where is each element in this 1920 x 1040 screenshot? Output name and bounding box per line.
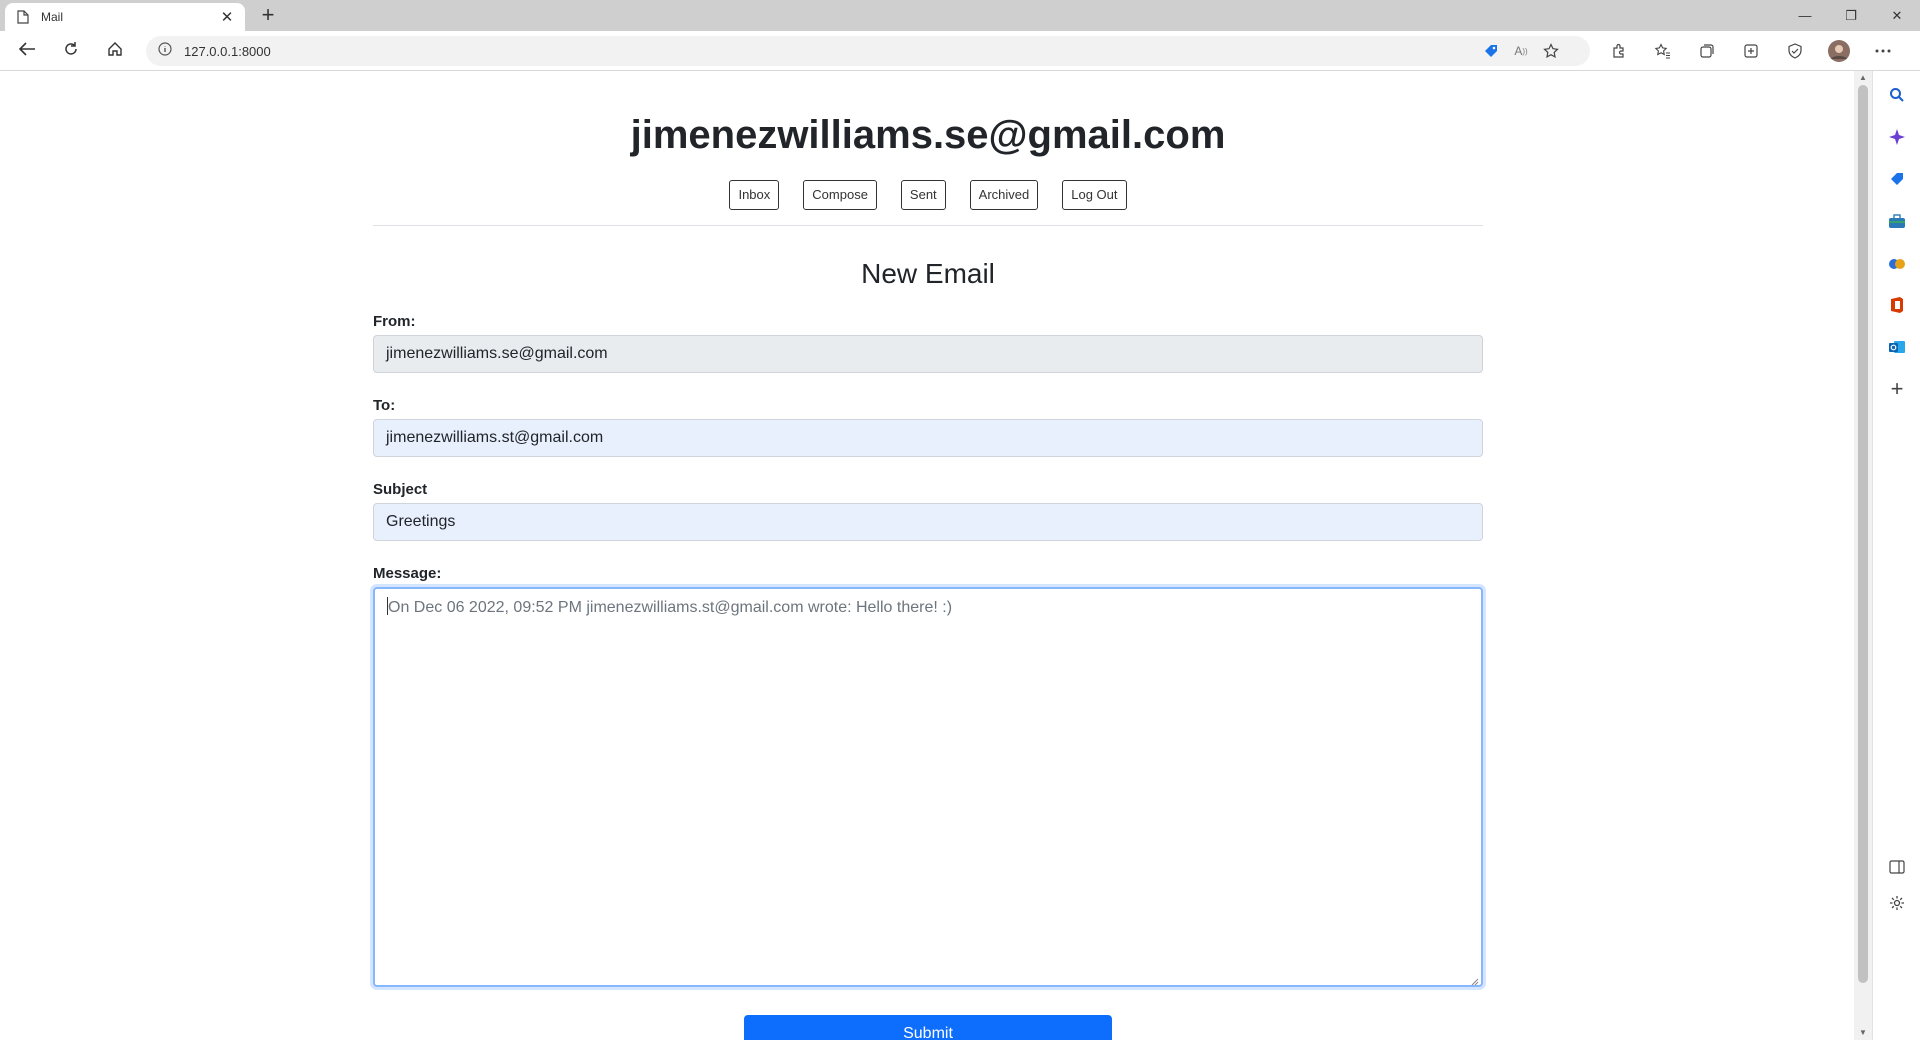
page-container: jimenezwilliams.se@gmail.com Inbox Compo…	[373, 71, 1483, 1040]
submit-button[interactable]: Submit	[744, 1015, 1112, 1040]
games-icon[interactable]	[1885, 251, 1909, 275]
address-bar[interactable]: 127.0.0.1:8000	[146, 36, 1590, 66]
message-label: Message:	[373, 565, 442, 582]
scroll-thumb[interactable]	[1858, 85, 1868, 983]
mail-page: jimenezwilliams.se@gmail.com Inbox Compo…	[0, 71, 1854, 1040]
add-favorite-icon[interactable]	[1536, 37, 1566, 65]
shopping-icon[interactable]	[1885, 167, 1909, 191]
tab-strip: Mail ✕ + — ❐ ✕	[0, 0, 1920, 31]
info-icon[interactable]	[158, 41, 172, 61]
url-text: 127.0.0.1:8000	[184, 43, 271, 59]
browser-toolbar: 127.0.0.1:8000 A))	[0, 31, 1920, 71]
web-capture-icon[interactable]	[1736, 37, 1766, 65]
shopping-tag-icon[interactable]	[1476, 37, 1506, 65]
browser-essentials-icon[interactable]	[1780, 37, 1810, 65]
edge-sidebar: +	[1872, 71, 1920, 1040]
subject-field[interactable]: Greetings	[373, 503, 1483, 541]
extensions-icon[interactable]	[1604, 37, 1634, 65]
from-label: From:	[373, 313, 416, 330]
user-email-heading: jimenezwilliams.se@gmail.com	[630, 113, 1226, 157]
sidebar-settings-icon[interactable]	[1885, 891, 1909, 915]
browser-tab[interactable]: Mail ✕	[5, 3, 245, 31]
resize-grip-icon[interactable]	[1469, 973, 1479, 986]
scroll-down-icon[interactable]: ▼	[1858, 1028, 1868, 1038]
office-icon[interactable]	[1885, 293, 1909, 317]
back-button[interactable]	[12, 37, 42, 65]
sent-button[interactable]: Sent	[900, 180, 946, 210]
message-text: On Dec 06 2022, 09:52 PM jimenezwilliams…	[388, 599, 953, 616]
tab-close-icon[interactable]: ✕	[219, 8, 235, 26]
scroll-up-icon[interactable]: ▲	[1858, 73, 1868, 83]
compose-title: New Email	[861, 258, 995, 289]
restore-button[interactable]: ❐	[1828, 0, 1874, 31]
refresh-button[interactable]	[56, 37, 86, 65]
page-scrollbar[interactable]: ▲ ▼	[1854, 71, 1872, 1040]
subject-label: Subject	[373, 481, 428, 498]
add-icon[interactable]: +	[1885, 376, 1909, 401]
logout-button[interactable]: Log Out	[1062, 180, 1127, 210]
copilot-sparkle-icon[interactable]	[1885, 125, 1909, 149]
new-tab-button[interactable]: +	[256, 4, 280, 28]
tools-icon[interactable]	[1885, 209, 1909, 233]
inbox-button[interactable]: Inbox	[729, 180, 780, 210]
favorites-icon[interactable]	[1648, 37, 1678, 65]
mail-nav: Inbox Compose Sent Archived Log Out	[373, 180, 1483, 226]
collections-icon[interactable]	[1692, 37, 1722, 65]
close-window-button[interactable]: ✕	[1874, 0, 1920, 31]
back-arrow-icon	[18, 41, 36, 62]
to-field[interactable]: jimenezwilliams.st@gmail.com	[373, 419, 1483, 457]
home-icon	[107, 41, 123, 62]
sidebar-layout-icon[interactable]	[1885, 855, 1909, 879]
profile-avatar[interactable]	[1824, 37, 1854, 65]
message-textarea[interactable]: On Dec 06 2022, 09:52 PM jimenezwilliams…	[373, 587, 1483, 987]
from-field: jimenezwilliams.se@gmail.com	[373, 335, 1483, 373]
archived-button[interactable]: Archived	[969, 180, 1039, 210]
address-bar-actions: A))	[1476, 37, 1566, 65]
compose-button[interactable]: Compose	[803, 180, 877, 210]
search-icon[interactable]	[1885, 83, 1909, 107]
toolbar-actions	[1604, 37, 1898, 65]
to-label: To:	[373, 397, 396, 414]
settings-more-icon[interactable]	[1868, 37, 1898, 65]
outlook-icon[interactable]	[1885, 335, 1909, 359]
tab-title: Mail	[41, 10, 64, 24]
home-button[interactable]	[100, 37, 130, 65]
page-icon	[15, 9, 31, 25]
refresh-icon	[63, 41, 79, 62]
window-controls: — ❐ ✕	[1782, 0, 1920, 31]
read-aloud-icon[interactable]: A))	[1506, 37, 1536, 65]
minimize-button[interactable]: —	[1782, 0, 1828, 31]
